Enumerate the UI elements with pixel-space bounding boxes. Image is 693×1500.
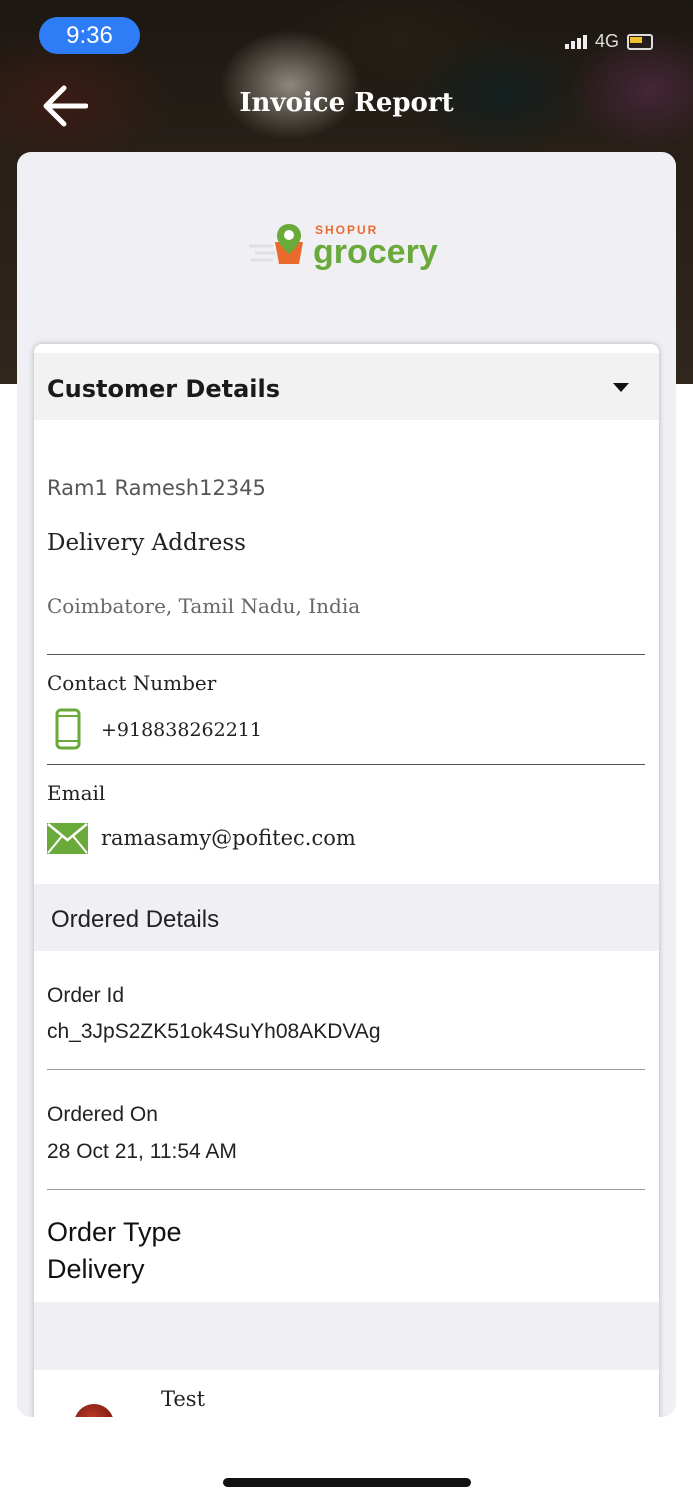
ordered-details-header: Ordered Details — [34, 884, 659, 951]
shopur-grocery-logo: SHOPUR grocery — [249, 223, 438, 271]
details-panel: Customer Details Ram1 Ramesh12345 Delive… — [34, 344, 659, 1417]
items-section-header — [34, 1302, 659, 1370]
customer-details-header[interactable]: Customer Details — [34, 353, 659, 420]
order-type-value: Delivery — [47, 1254, 145, 1284]
order-type-label: Order Type — [47, 1217, 182, 1247]
email-address[interactable]: ramasamy@pofitec.com — [101, 826, 356, 850]
ordered-details-title: Ordered Details — [51, 906, 220, 933]
delivery-address-label: Delivery Address — [47, 530, 246, 556]
item-name: Test — [161, 1387, 206, 1411]
customer-name: Ram1 Ramesh12345 — [47, 476, 266, 500]
page-title: Invoice Report — [239, 88, 454, 118]
item-thumbnail — [74, 1404, 114, 1417]
ordered-on-label: Ordered On — [47, 1103, 158, 1126]
envelope-icon — [47, 823, 88, 854]
delivery-address: Coimbatore, Tamil Nadu, India — [47, 594, 361, 618]
ordered-on-value: 28 Oct 21, 11:54 AM — [47, 1140, 237, 1163]
customer-details-title: Customer Details — [47, 375, 281, 403]
order-id: ch_3JpS2ZK51ok4SuYh08AKDVAg — [47, 1020, 381, 1043]
mobile-phone-icon — [55, 708, 81, 750]
divider — [47, 1069, 645, 1070]
divider — [47, 764, 645, 765]
phone-number[interactable]: +918838262211 — [101, 719, 262, 741]
contact-number-label: Contact Number — [47, 671, 217, 695]
divider — [47, 1189, 645, 1190]
status-indicators: 4G — [564, 31, 653, 52]
home-indicator[interactable] — [223, 1478, 471, 1487]
invoice-card: SHOPUR grocery Customer Details Ram1 Ram… — [17, 152, 676, 1417]
signal-icon — [564, 34, 587, 49]
email-label: Email — [47, 781, 106, 805]
order-id-label: Order Id — [47, 984, 125, 1007]
status-time: 9:36 — [39, 17, 140, 54]
caret-down-icon[interactable] — [613, 383, 629, 392]
network-type: 4G — [594, 31, 619, 51]
battery-icon — [627, 33, 653, 50]
logo-brand-main: grocery — [313, 233, 438, 271]
divider — [47, 654, 645, 655]
